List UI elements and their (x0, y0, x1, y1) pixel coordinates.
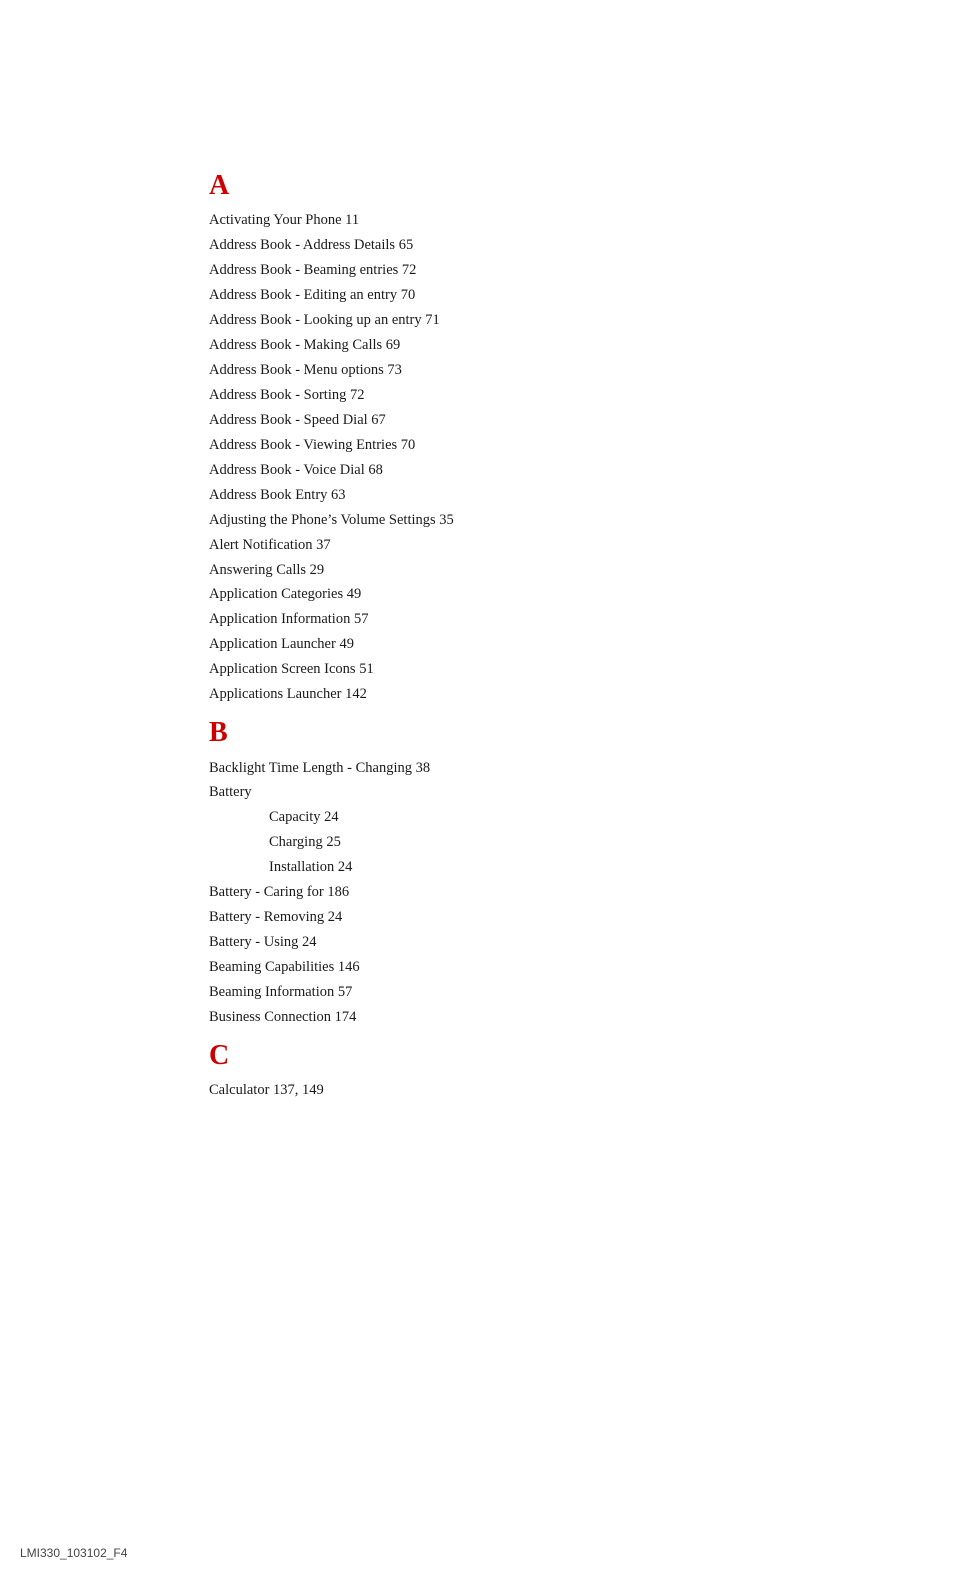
section-b: B Backlight Time Length - Changing 38 Ba… (209, 715, 760, 1030)
entry-a-1: Activating Your Phone 11 (209, 208, 760, 233)
entry-a-6: Address Book - Making Calls 69 (209, 333, 760, 358)
section-c: C Calculator 137, 149 (209, 1038, 760, 1103)
entry-a-5: Address Book - Looking up an entry 71 (209, 308, 760, 333)
entry-a-12: Address Book Entry 63 (209, 483, 760, 508)
section-letter-a: A (209, 168, 760, 204)
entry-a-4: Address Book - Editing an entry 70 (209, 283, 760, 308)
entry-a-18: Application Launcher 49 (209, 632, 760, 657)
entry-b-7: Battery - Removing 24 (209, 905, 760, 930)
entry-a-3: Address Book - Beaming entries 72 (209, 258, 760, 283)
entry-b-11: Business Connection 174 (209, 1005, 760, 1030)
entry-b-3: Capacity 24 (209, 805, 760, 830)
entry-a-11: Address Book - Voice Dial 68 (209, 458, 760, 483)
entry-a-2: Address Book - Address Details 65 (209, 233, 760, 258)
section-letter-c: C (209, 1038, 760, 1074)
entry-a-20: Applications Launcher 142 (209, 682, 760, 707)
entry-b-2: Battery (209, 780, 760, 805)
entry-a-13: Adjusting the Phone’s Volume Settings 35 (209, 508, 760, 533)
entry-a-7: Address Book - Menu options 73 (209, 358, 760, 383)
entry-b-5: Installation 24 (209, 855, 760, 880)
entry-c-1: Calculator 137, 149 (209, 1078, 760, 1103)
section-a: A Activating Your Phone 11 Address Book … (209, 168, 760, 707)
entry-a-15: Answering Calls 29 (209, 558, 760, 583)
entry-b-9: Beaming Capabilities 146 (209, 955, 760, 980)
section-letter-b: B (209, 715, 760, 751)
entry-a-19: Application Screen Icons 51 (209, 657, 760, 682)
entry-b-1: Backlight Time Length - Changing 38 (209, 756, 760, 781)
entry-b-6: Battery - Caring for 186 (209, 880, 760, 905)
entry-b-8: Battery - Using 24 (209, 930, 760, 955)
entry-a-8: Address Book - Sorting 72 (209, 383, 760, 408)
footer-label: LMI330_103102_F4 (20, 1546, 127, 1560)
page-content: A Activating Your Phone 11 Address Book … (0, 0, 760, 1163)
entry-b-4: Charging 25 (209, 830, 760, 855)
entry-a-9: Address Book - Speed Dial 67 (209, 408, 760, 433)
entry-a-17: Application Information 57 (209, 607, 760, 632)
entry-a-14: Alert Notification 37 (209, 533, 760, 558)
entry-a-16: Application Categories 49 (209, 582, 760, 607)
entry-a-10: Address Book - Viewing Entries 70 (209, 433, 760, 458)
entry-b-10: Beaming Information 57 (209, 980, 760, 1005)
